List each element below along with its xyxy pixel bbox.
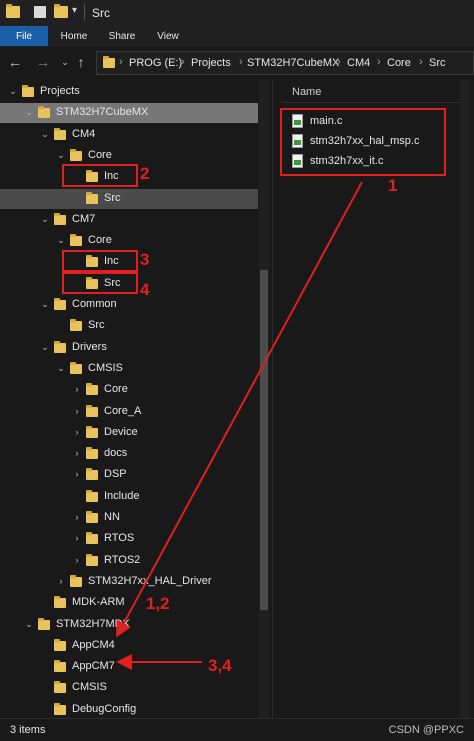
annotation-label-3: 3 — [140, 250, 150, 269]
annotation-label-4: 4 — [140, 280, 150, 299]
annotation-arrows — [116, 181, 363, 670]
arrow-to-appcm4 — [116, 181, 363, 638]
annotation-label-2: 2 — [140, 164, 150, 183]
annotation-label-3-4: 3,4 — [208, 656, 232, 675]
annotation-label-1-2: 1,2 — [146, 594, 170, 613]
annotation-label-1: 1 — [388, 176, 398, 195]
